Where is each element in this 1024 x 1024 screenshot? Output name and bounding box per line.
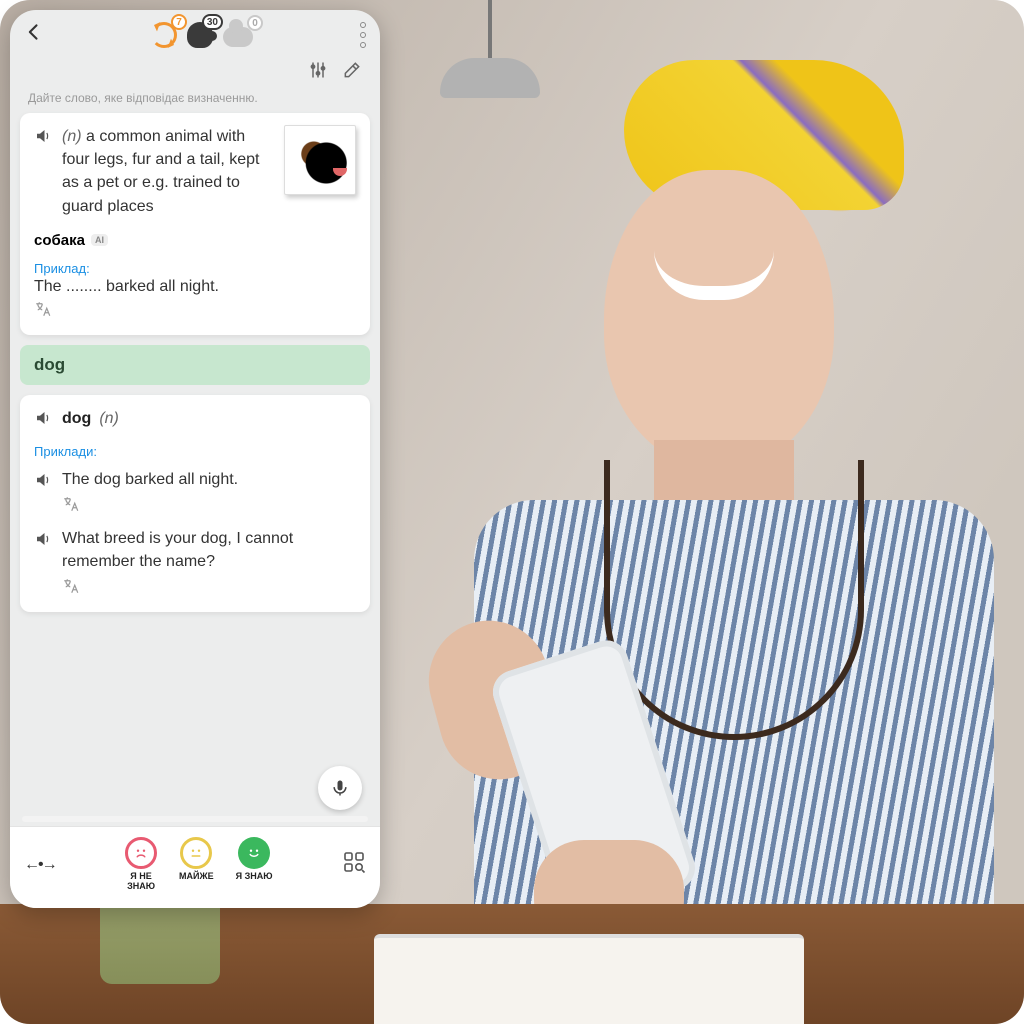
play-example-button[interactable] — [34, 471, 54, 494]
entry-card: dog (n) Приклади: The dog barked all nig… — [20, 395, 370, 612]
cloud-icon — [223, 27, 253, 47]
ai-badge: AI — [91, 234, 108, 246]
play-example-button[interactable] — [34, 530, 54, 553]
edit-icon — [342, 60, 362, 80]
play-audio-button[interactable] — [34, 127, 54, 150]
translate-example-button[interactable] — [62, 577, 356, 600]
nav-arrows-button[interactable]: ←•→ — [24, 856, 56, 874]
example-text: The dog barked all night. — [62, 469, 356, 491]
play-word-button[interactable] — [34, 409, 54, 432]
bottom-bar: ←•→ Я НЕ ЗНАЮ МАЙЖЕ Я ЗНАЮ — [10, 826, 380, 908]
neutral-face-icon — [180, 837, 212, 869]
answer-text: dog — [34, 355, 65, 374]
stats-group: 7 30 0 — [151, 22, 253, 48]
sliders-icon — [308, 60, 328, 80]
translate-icon — [34, 300, 52, 318]
speaker-icon — [34, 409, 52, 427]
definition-body: a common animal with four legs, fur and … — [62, 128, 259, 215]
speaker-icon — [34, 471, 52, 489]
microphone-button[interactable] — [318, 766, 362, 810]
top-bar: 7 30 0 — [10, 10, 380, 60]
person — [364, 60, 984, 960]
brain-badge: 30 — [202, 14, 223, 30]
sad-face-icon — [125, 837, 157, 869]
microphone-icon — [330, 778, 350, 798]
definition-text: (n) a common animal with four legs, fur … — [62, 125, 276, 218]
almost-button[interactable]: МАЙЖЕ — [179, 837, 214, 892]
brain-stat[interactable]: 30 — [187, 22, 213, 48]
translate-icon — [62, 495, 80, 513]
example-label: Приклад: — [34, 261, 356, 276]
part-of-speech: (n) — [62, 128, 82, 145]
settings-sliders-button[interactable] — [308, 60, 328, 85]
grid-search-icon — [342, 850, 366, 874]
grid-view-button[interactable] — [342, 850, 366, 879]
refresh-stat[interactable]: 7 — [151, 22, 177, 48]
chevron-left-icon — [24, 22, 44, 42]
speaker-icon — [34, 530, 52, 548]
refresh-badge: 7 — [171, 14, 187, 30]
definition-image — [284, 125, 356, 195]
entry-pos: (n) — [99, 410, 119, 428]
more-menu-button[interactable] — [360, 22, 366, 48]
back-button[interactable] — [24, 22, 44, 48]
example-row: The dog barked all night. — [34, 469, 356, 518]
almost-label: МАЙЖЕ — [179, 872, 214, 882]
happy-face-icon — [238, 837, 270, 869]
answer-strip: dog — [20, 345, 370, 385]
cloud-stat[interactable]: 0 — [223, 23, 253, 47]
definition-card: (n) a common animal with four legs, fur … — [20, 113, 370, 335]
dont-know-label: Я НЕ ЗНАЮ — [127, 872, 155, 892]
arrows-icon: ←•→ — [24, 856, 56, 873]
translation-row: собака AI — [34, 232, 356, 249]
example-row: What breed is your dog, I cannot remembe… — [34, 528, 356, 600]
translation-text: собака — [34, 232, 85, 249]
entry-word: dog — [62, 410, 91, 428]
translate-example-button[interactable] — [34, 300, 356, 323]
app-panel: 7 30 0 Дайте слово, яке відповідає визна… — [10, 10, 380, 908]
cloud-badge: 0 — [247, 15, 263, 31]
speaker-icon — [34, 127, 52, 145]
dont-know-button[interactable]: Я НЕ ЗНАЮ — [125, 837, 157, 892]
know-button[interactable]: Я ЗНАЮ — [236, 837, 273, 892]
examples-label: Приклади: — [34, 444, 356, 459]
know-label: Я ЗНАЮ — [236, 872, 273, 882]
sub-toolbar — [10, 60, 380, 91]
progress-bar — [22, 816, 368, 822]
translate-icon — [62, 577, 80, 595]
example-sentence: The ........ barked all night. — [34, 278, 356, 296]
instruction-text: Дайте слово, яке відповідає визначенню. — [10, 91, 380, 113]
example-text: What breed is your dog, I cannot remembe… — [62, 528, 356, 573]
edit-button[interactable] — [342, 60, 362, 85]
translate-example-button[interactable] — [62, 495, 356, 518]
notebook — [374, 934, 804, 1024]
